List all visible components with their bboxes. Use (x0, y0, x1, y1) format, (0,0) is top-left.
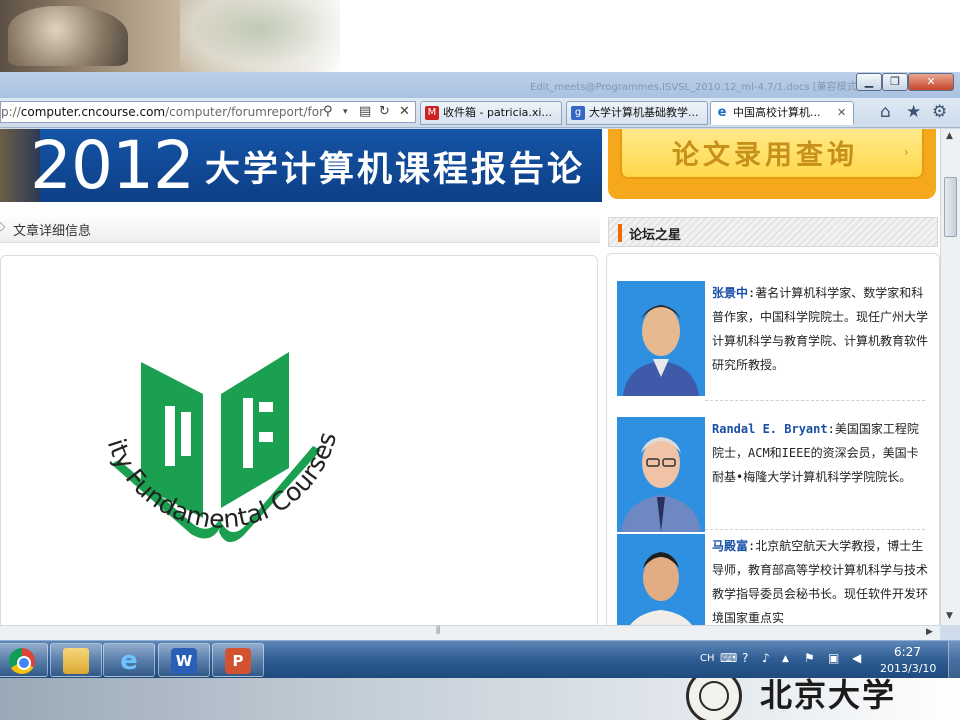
list-item: 张景中:著名计算机科学家、数学家和科普作家，中国科学院院士。现任广州大学计算机科… (617, 281, 929, 401)
horizontal-scrollbar[interactable]: ⫼ ▶ (0, 625, 940, 640)
scroll-up-icon[interactable]: ▲ (946, 131, 953, 141)
favorites-icon[interactable]: ★ (906, 102, 921, 122)
page-viewport: 2012 大学计算机课程报告论坛 论文录用查询 › ◇ 文章详细信息 (0, 129, 940, 625)
show-hidden-icons-icon[interactable]: ▲ (782, 654, 789, 664)
diamond-bullet-icon: ◇ (0, 219, 6, 233)
query-panel: 论文录用查询 › (608, 129, 936, 199)
person-photo[interactable] (617, 417, 705, 532)
title-bar[interactable]: Edit_meets@Programmes.ISVSL_2010.12_ml-4… (0, 72, 960, 98)
divider (705, 529, 925, 530)
folder-icon (63, 648, 89, 674)
tab-label: 大学计算机基础教学... (589, 106, 699, 119)
ie-icon: e (120, 646, 138, 676)
tab-active-forum[interactable]: e 中国高校计算机... ✕ (710, 101, 854, 125)
gmail-icon: M (425, 106, 439, 120)
minimize-button[interactable]: ▁ (856, 73, 882, 91)
temple-roof-decoration (8, 6, 128, 66)
dropdown-icon[interactable]: ▾ (343, 107, 348, 117)
tab-label: 中国高校计算机... (733, 106, 821, 119)
scroll-down-icon[interactable]: ▼ (946, 611, 953, 621)
compatibility-view-icon[interactable]: ▤ (359, 104, 371, 119)
browser-window: Edit_meets@Programmes.ISVSL_2010.12_ml-4… (0, 72, 960, 640)
help-icon[interactable]: ? (742, 651, 748, 665)
keyboard-icon[interactable]: ⌨ (720, 651, 737, 665)
mic-icon[interactable]: ♪ (762, 651, 770, 665)
address-url[interactable]: p://computer.cncourse.com/computer/forum… (1, 105, 324, 119)
tab-course-search[interactable]: g 大学计算机基础教学... (566, 101, 708, 125)
show-desktop-button[interactable] (948, 641, 960, 679)
list-item: 马殿富:北京航空航天大学教授，博士生导师，教育部高等学校计算机科学与技术教学指导… (617, 534, 929, 625)
taskbar-chrome-button[interactable] (0, 643, 48, 677)
divider (705, 400, 925, 401)
forum-stars-list: 张景中:著名计算机科学家、数学家和科普作家，中国科学院院士。现任广州大学计算机科… (606, 253, 940, 625)
ie-icon: e (717, 105, 727, 120)
vertical-scrollbar[interactable]: ▲ ▼ (940, 129, 960, 625)
banner-year: 2012 (30, 129, 195, 202)
search-icon[interactable]: ⚲ (323, 104, 333, 119)
taskbar-explorer-button[interactable] (50, 643, 102, 677)
taskbar: e W P CH ⌨ ? ♪ ▲ ⚑ ▣ ◀ 6:27 2013/3/10 (0, 640, 960, 679)
stop-icon[interactable]: ✕ (399, 104, 410, 119)
forum-logo-text: University Fundamental Courses Forum (71, 346, 342, 534)
query-button-label: 论文录用查询 (672, 140, 858, 171)
navigation-bar: p://computer.cncourse.com/computer/forum… (0, 98, 960, 128)
close-button[interactable]: ✕ (908, 73, 954, 91)
chevron-right-icon: › (904, 145, 909, 159)
language-indicator[interactable]: CH (700, 653, 715, 664)
google-icon: g (571, 106, 585, 120)
article-panel: University Fundamental Courses Forum (0, 255, 598, 625)
scroll-thumb[interactable] (944, 177, 957, 237)
network-icon[interactable]: ▣ (828, 651, 839, 665)
tab-label: 收件箱 - patricia.xi... (443, 106, 552, 119)
forum-stars-title: 论坛之星 (629, 228, 682, 243)
taskbar-word-button[interactable]: W (158, 643, 210, 677)
breadcrumb-label: 文章详细信息 (13, 224, 92, 239)
forum-banner: 2012 大学计算机课程报告论坛 (0, 129, 602, 202)
slide-top-photo (0, 0, 340, 72)
home-icon[interactable]: ⌂ (880, 102, 891, 122)
banner-title: 大学计算机课程报告论坛 (205, 150, 586, 202)
paper-acceptance-query-button[interactable]: 论文录用查询 › (620, 129, 924, 179)
powerpoint-icon: P (225, 648, 251, 674)
person-name[interactable]: Randal E. Bryant (712, 422, 828, 436)
maximize-button[interactable]: ❐ (882, 73, 908, 91)
forum-stars-header: 论坛之星 (608, 217, 938, 247)
action-center-flag-icon[interactable]: ⚑ (804, 651, 815, 665)
refresh-icon[interactable]: ↻ (379, 104, 390, 119)
volume-icon[interactable]: ◀ (852, 651, 861, 665)
clock-time[interactable]: 6:27 (894, 645, 921, 659)
scroll-right-icon[interactable]: ▶ (926, 627, 933, 637)
address-bar[interactable]: p://computer.cncourse.com/computer/forum… (0, 101, 416, 123)
clock-date[interactable]: 2013/3/10 (880, 662, 936, 675)
breadcrumb: ◇ 文章详细信息 (0, 213, 600, 243)
trees-decoration (180, 0, 340, 72)
person-photo[interactable] (617, 281, 705, 396)
gear-icon[interactable]: ⚙ (932, 102, 947, 122)
scroll-grip-icon[interactable]: ⫼ (436, 626, 440, 636)
person-name[interactable]: 马殿富 (712, 539, 748, 553)
forum-logo: University Fundamental Courses Forum (71, 346, 342, 543)
tab-inbox[interactable]: M 收件箱 - patricia.xi... (420, 101, 562, 125)
list-item: Randal E. Bryant:美国国家工程院院士，ACM和IEEE的资深会员… (617, 417, 929, 532)
word-icon: W (171, 648, 197, 674)
person-name[interactable]: 张景中 (712, 286, 748, 300)
tab-close-icon[interactable]: ✕ (837, 102, 846, 124)
taskbar-ie-button[interactable]: e (103, 643, 155, 677)
person-photo[interactable] (617, 534, 705, 625)
taskbar-powerpoint-button[interactable]: P (212, 643, 264, 677)
header-accent-bar (618, 224, 622, 242)
chrome-icon (9, 648, 35, 674)
